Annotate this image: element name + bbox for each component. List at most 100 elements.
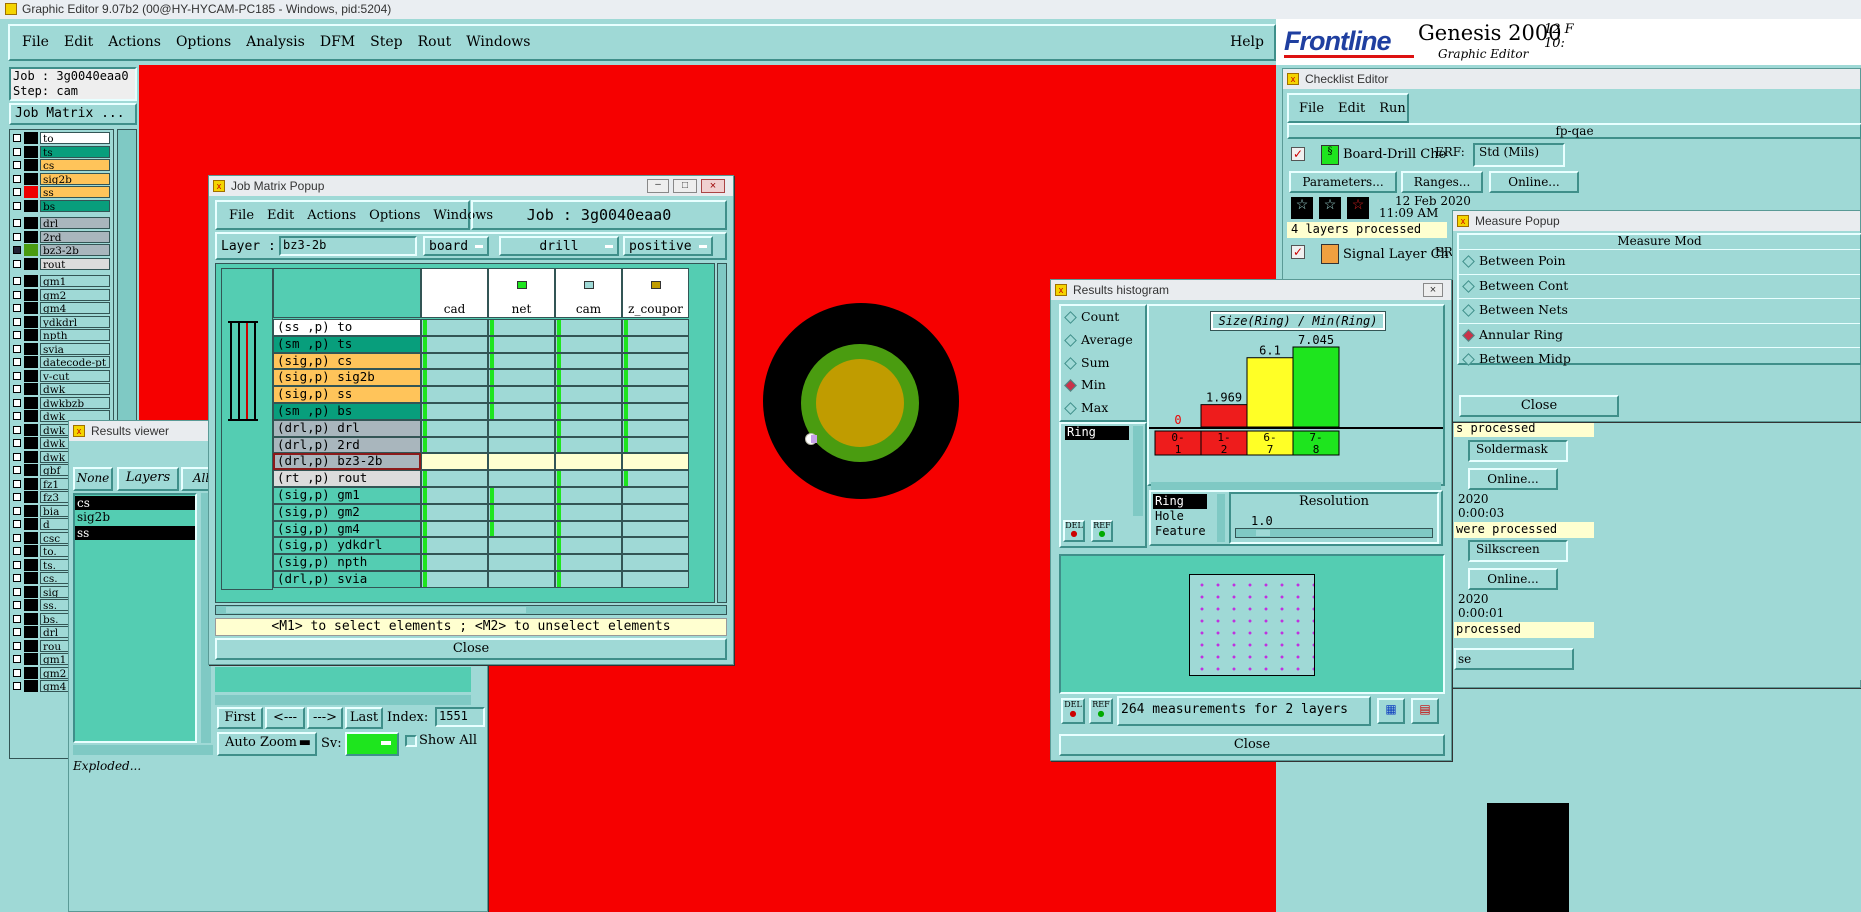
matrix-cell[interactable]: [622, 386, 689, 403]
layer-row[interactable]: cs: [12, 159, 112, 172]
measure-mode-option[interactable]: Between Poin: [1459, 249, 1860, 274]
matrix-cell[interactable]: [488, 436, 555, 454]
erf-select[interactable]: Std (Mils): [1473, 143, 1565, 167]
resolution-slider[interactable]: [1235, 528, 1433, 538]
matrix-cell[interactable]: [421, 369, 488, 387]
matrix-cell[interactable]: [421, 386, 488, 403]
layer-row[interactable]: gm1: [12, 275, 112, 288]
matrix-cell[interactable]: [555, 470, 622, 487]
resolution-item[interactable]: Feature: [1153, 524, 1213, 539]
ref-button[interactable]: REF ●: [1091, 520, 1113, 542]
layer-checkbox[interactable]: [13, 246, 21, 254]
layer-checkbox[interactable]: [13, 466, 21, 474]
layer-checkbox[interactable]: [13, 641, 21, 650]
layer-checkbox[interactable]: [13, 439, 21, 447]
online-button-3[interactable]: Online...: [1468, 568, 1558, 590]
matrix-cell[interactable]: [421, 470, 488, 487]
layer-checkbox[interactable]: [13, 134, 21, 142]
layer-checkbox[interactable]: [13, 601, 21, 609]
layer-checkbox[interactable]: [13, 371, 21, 380]
matrix-cell[interactable]: [488, 554, 555, 571]
preview-ref-button[interactable]: REF ●: [1089, 698, 1113, 724]
matrix-layer-label[interactable]: (sig,p) gm4: [273, 520, 421, 538]
matrix-cell[interactable]: [421, 487, 488, 504]
layer-checkbox[interactable]: [13, 479, 21, 488]
close-button-back[interactable]: se: [1454, 648, 1574, 670]
cl-menu-run[interactable]: Run: [1379, 101, 1406, 116]
matrix-cell[interactable]: [488, 520, 555, 538]
matrix-step-header[interactable]: cad: [421, 268, 488, 318]
layer-checkbox[interactable]: [13, 385, 21, 393]
del-button[interactable]: DEL ●: [1063, 520, 1085, 542]
matrix-cell[interactable]: [555, 520, 622, 538]
resolution-item[interactable]: Ring: [1153, 494, 1207, 509]
matrix-cell[interactable]: [555, 319, 622, 336]
matrix-cell[interactable]: [622, 470, 689, 487]
layer-checkbox[interactable]: [13, 587, 21, 596]
matrix-layer-label[interactable]: (sm ,p) bs: [273, 403, 421, 420]
matrix-cell[interactable]: [622, 487, 689, 504]
matrix-hscroll[interactable]: [215, 605, 727, 615]
layer-checkbox[interactable]: [13, 682, 21, 690]
menu-rout[interactable]: Rout: [418, 34, 452, 50]
menu-analysis[interactable]: Analysis: [246, 34, 305, 50]
layer-checkbox[interactable]: [13, 398, 21, 407]
layer-checkbox[interactable]: [13, 259, 21, 268]
matrix-cell[interactable]: [622, 537, 689, 555]
layer-name-field[interactable]: bz3-2b: [279, 236, 417, 256]
matrix-cell[interactable]: [421, 453, 488, 471]
histogram-close-button[interactable]: Close: [1059, 734, 1445, 756]
matrix-grid-area[interactable]: cad net cam z_coupor (ss ,p) to (sm ,p) ts (s…: [215, 263, 715, 603]
matrix-cell[interactable]: [555, 487, 622, 504]
matrix-cell[interactable]: [488, 503, 555, 521]
matrix-cell[interactable]: [622, 554, 689, 571]
layer-row[interactable]: ydkdrl: [12, 315, 112, 329]
matrix-layer-label[interactable]: (sig,p) gm1: [273, 487, 421, 504]
matrix-cell[interactable]: [421, 352, 488, 370]
stat-list-item[interactable]: Ring: [1065, 426, 1129, 440]
jm-menu-edit[interactable]: Edit: [267, 208, 294, 223]
layer-row[interactable]: 2rd: [12, 230, 112, 244]
layer-row[interactable]: gm4: [12, 302, 112, 315]
next-button[interactable]: --->: [307, 707, 343, 729]
resolution-list-scroll[interactable]: [1217, 494, 1225, 542]
job-matrix-button[interactable]: Job Matrix ...: [9, 103, 137, 125]
layer-checkbox[interactable]: [13, 201, 21, 210]
check-mark-icon[interactable]: ✓: [1291, 147, 1305, 161]
matrix-cell[interactable]: [622, 571, 689, 588]
stat-option[interactable]: Min: [1061, 374, 1145, 397]
results-hscroll[interactable]: [73, 745, 213, 755]
matrix-close-button[interactable]: Close: [215, 638, 727, 660]
index-field[interactable]: 1551: [435, 707, 485, 727]
matrix-vscroll[interactable]: [717, 263, 727, 603]
context-select[interactable]: board: [423, 236, 489, 256]
matrix-cell[interactable]: [488, 403, 555, 420]
matrix-cell[interactable]: [421, 537, 488, 555]
layer-checkbox[interactable]: [13, 188, 21, 196]
matrix-cell[interactable]: [622, 403, 689, 420]
matrix-layer-label[interactable]: (sig,p) ss: [273, 386, 421, 403]
tab-none[interactable]: None: [73, 467, 113, 491]
matrix-cell[interactable]: [622, 335, 689, 353]
matrix-cell[interactable]: [488, 319, 555, 336]
matrix-layer-label[interactable]: (sig,p) npth: [273, 554, 421, 571]
layer-row[interactable]: npth: [12, 329, 112, 342]
resolution-item[interactable]: Hole: [1153, 509, 1213, 524]
help-menu[interactable]: Help: [1230, 34, 1264, 50]
layer-checkbox[interactable]: [13, 344, 21, 353]
layer-checkbox[interactable]: [13, 358, 21, 366]
matrix-cell[interactable]: [421, 335, 488, 353]
menu-options[interactable]: Options: [176, 34, 231, 50]
matrix-cell[interactable]: [555, 335, 622, 353]
matrix-cell[interactable]: [488, 352, 555, 370]
checklist-item-2-label[interactable]: Signal Layer Ch: [1343, 247, 1449, 262]
menu-file[interactable]: File: [22, 34, 49, 50]
matrix-cell[interactable]: [488, 335, 555, 353]
layer-row[interactable]: ss: [12, 186, 112, 199]
run-icon[interactable]: ☆: [1291, 197, 1313, 219]
matrix-cell[interactable]: [622, 419, 689, 437]
tab-layers[interactable]: Layers: [117, 467, 179, 491]
layer-checkbox[interactable]: [13, 425, 21, 434]
results-item-ss[interactable]: ss: [75, 526, 195, 540]
matrix-step-header[interactable]: cam: [555, 268, 622, 318]
